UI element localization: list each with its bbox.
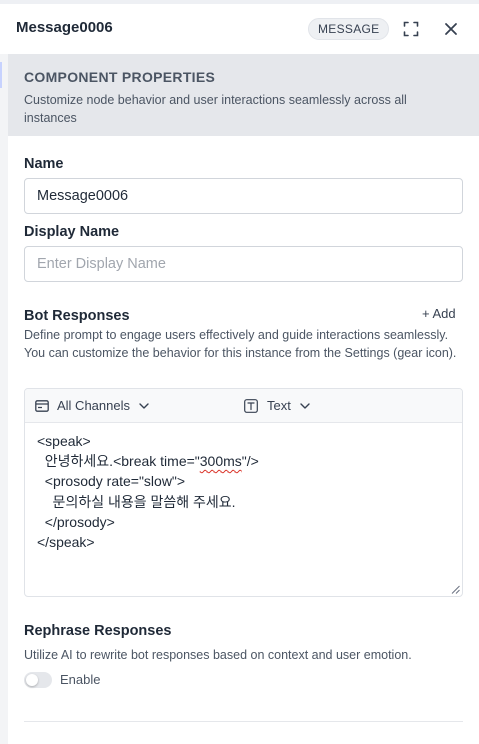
expand-icon bbox=[403, 21, 419, 37]
spellcheck-flag: 300ms bbox=[199, 453, 242, 470]
channel-selector-label: All Channels bbox=[57, 398, 130, 413]
text-format-icon bbox=[244, 398, 258, 413]
component-properties-description: Customize node behavior and user interac… bbox=[24, 93, 407, 125]
expand-button[interactable] bbox=[400, 18, 422, 40]
bot-responses-description: Define prompt to engage users effectivel… bbox=[24, 328, 457, 360]
rephrase-responses-description: Utilize AI to rewrite bot responses base… bbox=[24, 648, 412, 662]
close-button[interactable] bbox=[440, 18, 462, 40]
code-line: </speak> bbox=[37, 534, 95, 551]
panel-title: Message0006 bbox=[16, 19, 113, 36]
toggle-knob bbox=[26, 674, 38, 686]
response-editor: All Channels Text <speak> 안녕하세요.<break t… bbox=[24, 388, 463, 597]
code-line: 문의하실 내용을 말씀해 주세요. bbox=[37, 493, 236, 510]
bot-responses-label: Bot Responses bbox=[24, 308, 130, 324]
close-icon bbox=[445, 23, 457, 35]
add-response-button[interactable]: + Add bbox=[422, 306, 456, 321]
panel-header: Message0006 MESSAGE bbox=[0, 4, 479, 54]
component-properties-title: COMPONENT PROPERTIES bbox=[24, 69, 216, 85]
chevron-down-icon bbox=[139, 402, 149, 409]
format-selector[interactable]: Text bbox=[244, 389, 310, 422]
code-line: </prosody> bbox=[37, 513, 115, 530]
section-divider bbox=[24, 721, 463, 722]
component-properties-banner: COMPONENT PROPERTIES Customize node beha… bbox=[8, 54, 479, 136]
channel-selector[interactable]: All Channels bbox=[35, 389, 149, 422]
resize-handle-icon[interactable] bbox=[451, 585, 460, 594]
format-selector-label: Text bbox=[267, 398, 291, 413]
rephrase-responses-label: Rephrase Responses bbox=[24, 623, 172, 639]
name-input[interactable] bbox=[24, 178, 463, 214]
code-line: <prosody rate="slow"> bbox=[37, 473, 186, 490]
rephrase-enable-toggle[interactable] bbox=[24, 672, 52, 688]
editor-toolbar: All Channels Text bbox=[25, 389, 462, 423]
code-line: <speak> bbox=[37, 433, 91, 449]
rephrase-enable-label: Enable bbox=[60, 672, 101, 687]
name-label: Name bbox=[24, 156, 64, 172]
code-line: "/> bbox=[241, 453, 259, 470]
display-name-label: Display Name bbox=[24, 224, 120, 240]
response-code-text[interactable]: <speak> 안녕하세요.<break time="300ms"/> <pro… bbox=[37, 431, 259, 552]
channels-card-icon bbox=[35, 399, 49, 412]
left-edge-bar bbox=[0, 54, 8, 744]
node-type-badge: MESSAGE bbox=[308, 18, 390, 40]
chevron-down-icon bbox=[300, 402, 310, 409]
display-name-input[interactable] bbox=[24, 246, 463, 282]
code-line: 안녕하세요.<break time=" bbox=[37, 453, 200, 470]
left-edge-marker bbox=[0, 62, 2, 88]
